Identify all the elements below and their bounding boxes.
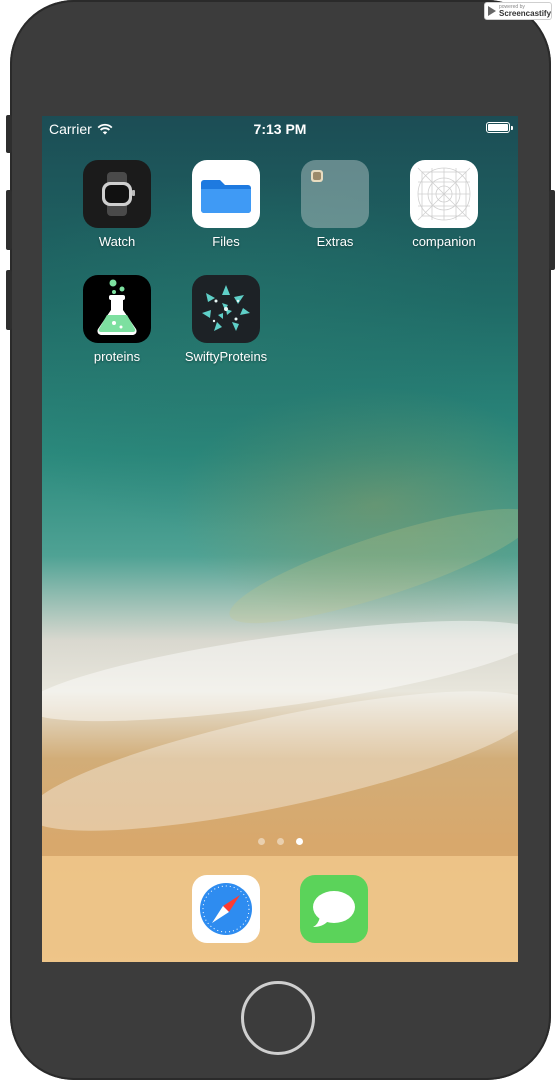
app-label: SwiftyProteins xyxy=(184,349,268,364)
watch-app-icon[interactable] xyxy=(83,160,151,228)
page-dot[interactable] xyxy=(276,838,284,845)
app-extras-folder[interactable]: Extras xyxy=(285,160,385,249)
app-swiftyproteins[interactable]: SwiftyProteins xyxy=(176,275,276,364)
dock xyxy=(42,856,518,962)
app-label: Extras xyxy=(316,234,354,249)
folder-icon[interactable] xyxy=(192,160,260,228)
companion-app-icon[interactable] xyxy=(410,160,478,228)
screencastify-watermark: powered by Screencastify xyxy=(484,2,552,20)
app-label: Watch xyxy=(98,234,136,249)
page-dot-active[interactable] xyxy=(295,838,303,845)
play-icon xyxy=(488,6,496,16)
molecule-icon[interactable] xyxy=(192,275,260,343)
mute-switch xyxy=(6,115,12,153)
flask-icon[interactable] xyxy=(83,275,151,343)
power-button xyxy=(549,190,555,270)
home-button[interactable] xyxy=(241,981,315,1055)
messages-icon[interactable] xyxy=(300,875,368,943)
app-proteins[interactable]: proteins xyxy=(67,275,167,364)
app-files[interactable]: Files xyxy=(176,160,276,249)
app-watch[interactable]: Watch xyxy=(67,160,167,249)
watermark-brand: Screencastify xyxy=(499,8,552,18)
battery-icon xyxy=(486,122,513,133)
page-indicator[interactable] xyxy=(42,838,518,845)
extras-folder-icon[interactable] xyxy=(301,160,369,228)
clock: 7:13 PM xyxy=(253,121,307,137)
volume-up-button xyxy=(6,190,12,250)
status-bar: Carrier 7:13 PM xyxy=(42,116,518,140)
app-label: Files xyxy=(212,234,240,249)
home-screen: Carrier 7:13 PM Watch Files Extras compa… xyxy=(42,116,518,962)
app-label: companion xyxy=(412,234,476,249)
app-label: proteins xyxy=(93,349,141,364)
volume-down-button xyxy=(6,270,12,330)
page-dot[interactable] xyxy=(257,838,265,845)
app-companion[interactable]: companion xyxy=(394,160,494,249)
safari-icon[interactable] xyxy=(192,875,260,943)
